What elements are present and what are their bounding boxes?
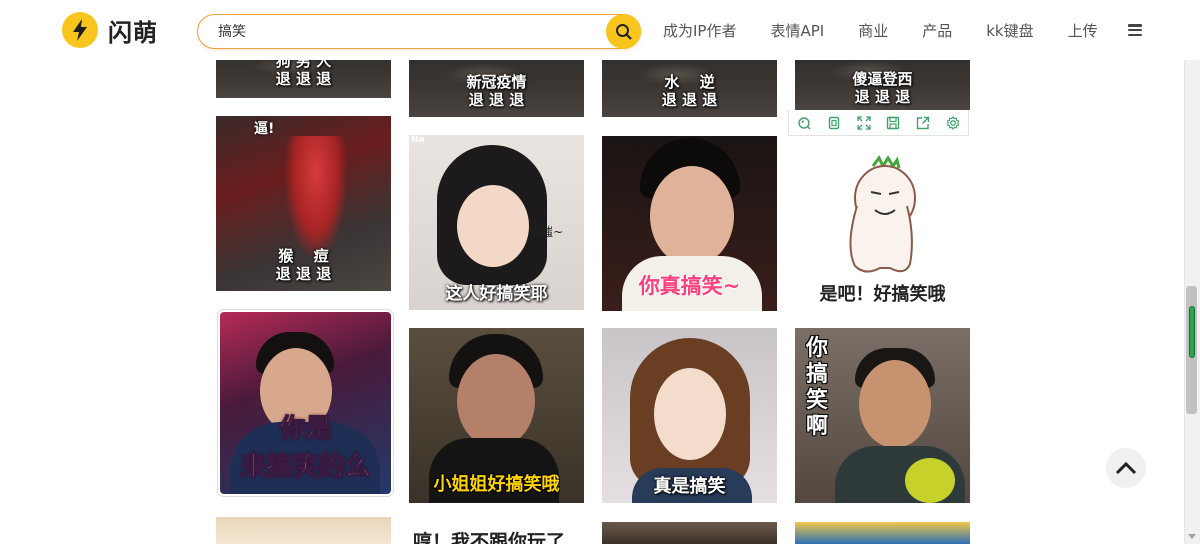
meme-caption: 小姐姐好搞笑哦	[433, 474, 560, 496]
caption-line: 退 退 退	[661, 91, 718, 109]
copy-icon[interactable]	[827, 116, 841, 130]
meme-figure	[905, 458, 955, 503]
scroll-indicator	[1189, 306, 1195, 358]
meme-tile[interactable]	[795, 522, 970, 544]
nav-item-upload[interactable]: 上传	[1068, 20, 1098, 41]
chevron-up-icon	[1115, 461, 1137, 475]
caption-char: 笑	[805, 388, 828, 413]
nav-item-products[interactable]: 产品	[922, 20, 952, 41]
meme-tile[interactable]: 逼! 猴 痘 退 退 退	[216, 116, 391, 291]
back-to-top-button[interactable]	[1106, 448, 1146, 488]
meme-action-toolbar	[788, 110, 969, 136]
meme-corner-label: Na	[411, 135, 425, 145]
search-box	[197, 14, 641, 49]
meme-caption: 这人好搞笑耶	[445, 284, 548, 305]
nav-item-kk-keyboard[interactable]: kk键盘	[986, 20, 1033, 41]
caption-line: 退 退 退	[275, 70, 332, 88]
meme-face	[457, 185, 529, 267]
meme-tag: 逼!	[254, 121, 275, 137]
scroll-down-arrow-icon[interactable]	[1188, 534, 1196, 539]
share-icon[interactable]	[916, 116, 930, 130]
logo-text: 闪萌	[108, 18, 158, 47]
settings-icon[interactable]	[946, 115, 960, 130]
nav-item-become-ip-author[interactable]: 成为IP作者	[663, 20, 736, 41]
meme-face	[457, 354, 535, 448]
meme-bubble: 噗嗤~	[529, 225, 564, 239]
meme-caption: 你真搞笑~	[638, 273, 741, 298]
search-button[interactable]	[606, 14, 641, 49]
site-logo[interactable]: 闪萌	[62, 12, 158, 48]
meme-tile[interactable]: 你真搞笑~	[602, 136, 777, 311]
meme-tile[interactable]: 真是搞笑	[602, 328, 777, 503]
nav-item-sticker-api[interactable]: 表情API	[770, 20, 824, 41]
caption-char: 搞	[805, 362, 828, 387]
expand-icon[interactable]	[856, 115, 871, 130]
meme-face	[650, 166, 734, 266]
meme-caption: 是吧！好搞笑哦	[819, 284, 946, 306]
top-header: 闪萌 成为IP作者 表情API 商业 产品 kk键盘 上传	[0, 0, 1200, 60]
meme-caption: 猴 痘 退 退 退	[216, 248, 391, 285]
meme-caption-line2: 来搞笑的么	[240, 452, 371, 482]
meme-caption-vertical: 你 搞 笑 啊	[803, 336, 831, 440]
search-input[interactable]	[218, 15, 598, 47]
meme-caption-line1: 你是	[279, 414, 332, 444]
main-nav: 成为IP作者 表情API 商业 产品 kk键盘 上传	[663, 18, 1142, 42]
caption-line: 退 退 退	[854, 88, 911, 106]
meme-tile[interactable]: 哼！我不跟你玩了	[409, 517, 584, 544]
caption-char: 啊	[805, 414, 828, 439]
lightning-icon	[62, 12, 98, 48]
meme-figure	[286, 136, 346, 256]
caption-line: 退 退 退	[275, 265, 332, 283]
meme-tile[interactable]	[602, 522, 777, 544]
meme-tile[interactable]: 小姐姐好搞笑哦	[409, 328, 584, 503]
meme-face	[859, 360, 931, 448]
meme-tile[interactable]: 是吧！好搞笑哦	[795, 136, 970, 311]
meme-face	[654, 368, 726, 460]
meme-tile[interactable]: 你 搞 笑 啊	[795, 328, 970, 503]
meme-caption: 水 逆 退 退 退	[602, 74, 777, 111]
search-icon	[615, 23, 632, 40]
meme-caption: 真是搞笑	[653, 476, 726, 498]
scrollbar-track[interactable]	[1184, 0, 1200, 544]
meme-caption: 哼！我不跟你玩了	[413, 531, 566, 544]
nav-item-business[interactable]: 商业	[858, 20, 888, 41]
caption-line: 退 退 退	[468, 91, 525, 109]
meme-tile[interactable]: 你是 来搞笑的么	[218, 310, 393, 496]
save-icon[interactable]	[886, 116, 900, 130]
meme-tile[interactable]	[216, 517, 391, 544]
meme-caption: 傻逼登西 退 退 退	[795, 71, 970, 108]
search-icon[interactable]	[797, 116, 811, 130]
hamburger-menu-icon[interactable]	[1127, 24, 1142, 36]
meme-tile[interactable]: Na 噗嗤~ 这人好搞笑耶	[409, 135, 584, 310]
caption-char: 你	[805, 336, 828, 361]
meme-caption: 新冠疫情 退 退 退	[409, 74, 584, 111]
